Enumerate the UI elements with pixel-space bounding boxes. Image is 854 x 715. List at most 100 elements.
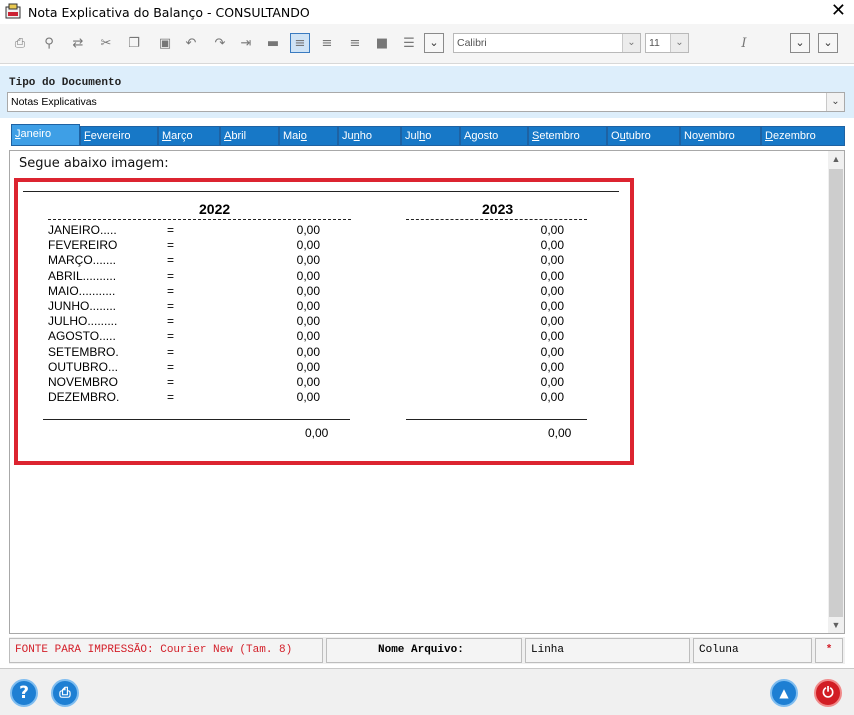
note-editor[interactable]: Segue abaixo imagem: 2022 2023 JANEIRO..… (9, 150, 845, 634)
exit-button[interactable]: ⏻ (814, 679, 842, 707)
cut-icon[interactable]: ✂ (96, 33, 116, 53)
value-2022: 0,00 (296, 329, 320, 344)
table-row: JULHO......... = 0,00 0,00 (48, 314, 578, 329)
value-2022: 0,00 (296, 314, 320, 329)
tab-outubro[interactable]: Outubro (607, 126, 680, 146)
value-2023: 0,00 (540, 375, 564, 389)
font-size-select[interactable]: 11 ⌄ (645, 33, 689, 53)
tab-abril[interactable]: Abril (220, 126, 279, 146)
month-label: JANEIRO..... (48, 223, 117, 237)
value-2023: 0,00 (540, 390, 564, 405)
color-dropdown[interactable]: ⌄ (790, 33, 810, 53)
scroll-thumb[interactable] (829, 169, 843, 617)
font-size-value: 11 (649, 37, 660, 49)
equals-sign: = (167, 268, 175, 283)
italic-icon[interactable]: I (734, 33, 754, 53)
scroll-top-button[interactable]: ▲ (770, 679, 798, 707)
table-row: ABRIL.......... = 0,00 0,00 (48, 269, 578, 284)
equals-sign: = (167, 253, 175, 268)
intro-text: Segue abaixo imagem: (19, 156, 169, 171)
value-2022: 0,00 (296, 390, 320, 405)
window-title: Nota Explicativa do Balanço - CONSULTAND… (28, 4, 310, 20)
equals-sign: = (167, 223, 175, 237)
value-2023: 0,00 (540, 344, 564, 359)
value-2022: 0,00 (296, 344, 320, 359)
printer-icon: ⎙ (59, 685, 71, 701)
indent-icon[interactable]: ⇥ (236, 33, 256, 53)
list-dropdown[interactable]: ⌄ (424, 33, 444, 53)
tab-novembro[interactable]: Novembro (680, 126, 761, 146)
value-2023: 0,00 (540, 283, 564, 298)
app-icon (5, 3, 21, 19)
table-row: FEVEREIRO = 0,00 0,00 (48, 238, 578, 253)
tab-marco[interactable]: Março (158, 126, 220, 146)
chevron-down-icon[interactable]: ⌄ (670, 34, 688, 52)
month-tabs: Janeiro Fevereiro Março Abril Maio Junho… (11, 124, 845, 146)
font-name-select[interactable]: Calibri ⌄ (453, 33, 641, 53)
scroll-up-icon[interactable]: ▲ (828, 151, 844, 167)
value-2022: 0,00 (296, 283, 320, 298)
document-type-panel: Tipo do Documento Notas Explicativas ⌄ (0, 66, 854, 118)
chevron-down-icon[interactable]: ⌄ (826, 93, 844, 111)
block-icon[interactable]: ▬ (263, 33, 283, 53)
table-row: AGOSTO..... = 0,00 0,00 (48, 329, 578, 344)
month-label: NOVEMBRO (48, 375, 119, 389)
month-label: OUTUBRO... (48, 359, 119, 374)
table-row: NOVEMBRO = 0,00 0,00 (48, 375, 578, 390)
table-row: DEZEMBRO. = 0,00 0,00 (48, 390, 578, 405)
bullet-list-icon[interactable]: ☰ (399, 33, 419, 53)
tab-junho[interactable]: Junho (338, 126, 401, 146)
align-center-icon[interactable]: ≡ (317, 33, 337, 53)
dash-rule-2022 (48, 219, 351, 220)
close-icon[interactable]: ✕ (831, 2, 846, 20)
value-2023: 0,00 (540, 268, 564, 283)
power-icon: ⏻ (822, 685, 834, 701)
find-icon[interactable]: ⚲ (39, 33, 59, 53)
table-row: MARÇO....... = 0,00 0,00 (48, 253, 578, 268)
font-name-value: Calibri (457, 37, 487, 49)
total-2022: 0,00 (305, 426, 329, 440)
document-type-label: Tipo do Documento (9, 77, 122, 89)
equals-sign: = (167, 375, 175, 389)
redo-icon[interactable]: ↷ (210, 33, 230, 53)
undo-icon[interactable]: ↶ (181, 33, 201, 53)
chevron-down-icon[interactable]: ⌄ (622, 34, 640, 52)
value-2023: 0,00 (540, 238, 564, 253)
month-label: ABRIL.......... (48, 268, 117, 283)
tab-maio[interactable]: Maio (279, 126, 338, 146)
help-icon: ? (19, 683, 29, 703)
highlight-dropdown[interactable]: ⌄ (818, 33, 838, 53)
replace-icon[interactable]: ⇄ (68, 33, 88, 53)
bottom-bar: ? ⎙ ▲ ⏻ (0, 668, 854, 715)
value-2023: 0,00 (540, 329, 564, 344)
value-2023: 0,00 (540, 299, 564, 313)
value-2022: 0,00 (296, 375, 320, 389)
print-preview-icon[interactable]: ⎙ (10, 33, 30, 53)
arrow-up-icon: ▲ (779, 686, 789, 700)
equals-sign: = (167, 359, 175, 374)
copy-icon[interactable]: ❐ (124, 33, 144, 53)
tab-dezembro[interactable]: Dezembro (761, 126, 845, 146)
tab-setembro[interactable]: Setembro (528, 126, 607, 146)
vertical-scrollbar[interactable]: ▲ ▼ (828, 151, 844, 633)
print-button[interactable]: ⎙ (51, 679, 79, 707)
equals-sign: = (167, 344, 175, 359)
tab-fevereiro[interactable]: Fevereiro (80, 126, 158, 146)
equals-sign: = (167, 283, 175, 298)
justify-icon[interactable]: ■ (372, 33, 392, 53)
scroll-down-icon[interactable]: ▼ (828, 617, 844, 633)
align-left-icon[interactable]: ≡ (290, 33, 310, 53)
equals-sign: = (167, 238, 175, 253)
tab-agosto[interactable]: Agosto (460, 126, 528, 146)
value-2022: 0,00 (296, 223, 320, 237)
document-type-select[interactable]: Notas Explicativas ⌄ (7, 92, 845, 112)
document-type-value: Notas Explicativas (11, 96, 97, 108)
align-right-icon[interactable]: ≡ (345, 33, 365, 53)
tab-janeiro[interactable]: Janeiro (11, 124, 80, 146)
month-label: DEZEMBRO. (48, 390, 120, 405)
paste-icon[interactable]: ▣ (155, 33, 175, 53)
help-button[interactable]: ? (10, 679, 38, 707)
tab-julho[interactable]: Julho (401, 126, 460, 146)
table-row: JUNHO........ = 0,00 0,00 (48, 299, 578, 314)
dash-rule-2023 (406, 219, 587, 220)
